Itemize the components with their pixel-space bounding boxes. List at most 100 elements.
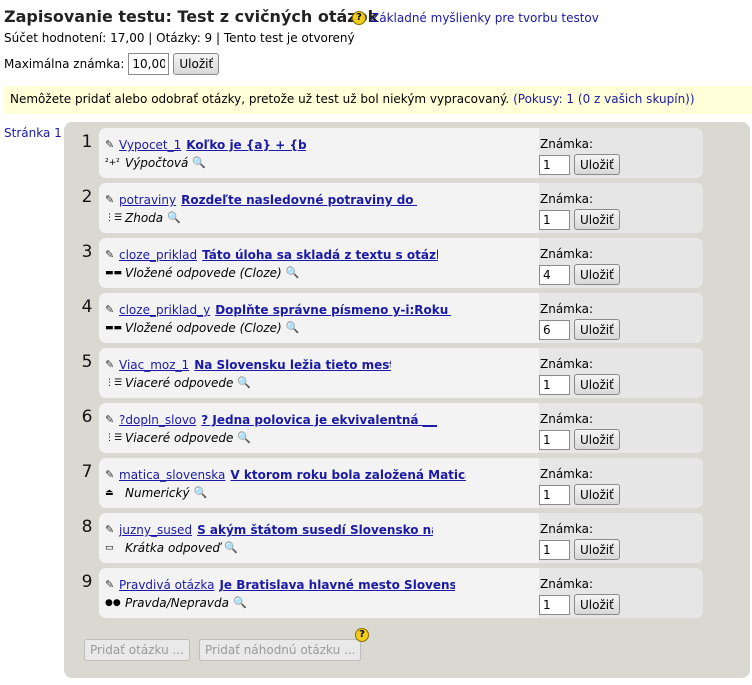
- preview-icon[interactable]: 🔍: [286, 267, 300, 279]
- question-text-link[interactable]: ? Jedna polovica je ekvivalentná ______: [201, 413, 437, 427]
- grade-save-button[interactable]: Uložiť: [574, 484, 620, 505]
- grade-save-button[interactable]: Uložiť: [574, 429, 620, 450]
- grade-save-button[interactable]: Uložiť: [574, 539, 620, 560]
- max-grade-row: Maximálna známka: Uložiť: [4, 53, 220, 75]
- question-row: ✎ Pravdivá otázka Je Bratislava hlavné m…: [99, 568, 703, 618]
- grade-input[interactable]: [539, 430, 570, 450]
- question-name-link[interactable]: Viac_moz_1: [119, 358, 189, 372]
- grade-save-button[interactable]: Uložiť: [574, 319, 620, 340]
- grade-label: Známka:: [540, 137, 594, 151]
- grade-label: Známka:: [540, 302, 594, 316]
- max-grade-save-button[interactable]: Uložiť: [173, 53, 220, 75]
- matching-icon: ⋮☰: [105, 213, 123, 223]
- add-random-question-button[interactable]: Pridať náhodnú otázku ...: [199, 639, 362, 661]
- notice-text: Nemôžete pridať alebo odobrať otázky, pr…: [10, 92, 510, 106]
- question-type-label: Výpočtová: [125, 156, 189, 170]
- multichoice-icon: ⋮☰: [105, 433, 123, 443]
- question-type-label: Pravda/Nepravda: [125, 596, 229, 610]
- add-help-icon[interactable]: ?: [355, 628, 369, 642]
- grade-input[interactable]: [539, 210, 570, 230]
- question-number: 2: [81, 187, 93, 207]
- edit-icon[interactable]: ✎: [105, 469, 118, 481]
- preview-icon[interactable]: 🔍: [286, 322, 300, 334]
- question-title-line: ✎ matica_slovenska V ktorom roku bola za…: [105, 468, 466, 482]
- edit-icon[interactable]: ✎: [105, 579, 118, 591]
- question-text-link[interactable]: Koľko je {a} + {b} ?: [186, 138, 306, 152]
- grade-save-button[interactable]: Uložiť: [574, 209, 620, 230]
- question-row: ✎ cloze_priklad_y Doplňte správne písmen…: [99, 293, 703, 343]
- question-row: ✎ ?dopln_slovo ? Jedna polovica je ekviv…: [99, 403, 703, 453]
- question-type-line: ⋮☰ Viaceré odpovede 🔍: [105, 431, 251, 445]
- question-type-label: Vložené odpovede (Cloze): [125, 321, 282, 335]
- question-name-link[interactable]: Vypocet_1: [119, 138, 181, 152]
- edit-icon[interactable]: ✎: [105, 139, 118, 151]
- max-grade-input[interactable]: [128, 53, 170, 75]
- preview-icon[interactable]: 🔍: [237, 432, 251, 444]
- question-title-line: ✎ Vypocet_1 Koľko je {a} + {b} ?: [105, 138, 306, 152]
- grade-input[interactable]: [539, 155, 570, 175]
- question-type-line: ●● Pravda/Nepravda 🔍: [105, 596, 247, 610]
- question-row: ✎ Vypocet_1 Koľko je {a} + {b} ? ²+² Výp…: [99, 128, 703, 178]
- question-type-line: ▬▬ Vložené odpovede (Cloze) 🔍: [105, 321, 300, 335]
- page-label: Stránka 1: [4, 126, 62, 140]
- calculated-icon: ²+²: [105, 158, 120, 168]
- page-title: Zapisovanie testu: Test z cvičných otázo…: [4, 7, 379, 26]
- question-type-label: Viaceré odpovede: [125, 376, 234, 390]
- test-summary: Súčet hodnotení: 17,00 | Otázky: 9 | Ten…: [4, 31, 355, 45]
- grade-input[interactable]: [539, 265, 570, 285]
- question-text-link[interactable]: V ktorom roku bola založená Matica slove…: [230, 468, 466, 482]
- question-text-link[interactable]: Táto úloha sa skladá z textu s otázkou: [202, 248, 438, 262]
- question-name-link[interactable]: potraviny: [119, 193, 176, 207]
- question-name-link[interactable]: Pravdivá otázka: [119, 578, 214, 592]
- question-name-link[interactable]: matica_slovenska: [119, 468, 225, 482]
- question-row: ✎ cloze_priklad Táto úloha sa skladá z t…: [99, 238, 703, 288]
- grade-label: Známka:: [540, 467, 594, 481]
- question-number: 9: [81, 572, 93, 592]
- grade-label: Známka:: [540, 412, 594, 426]
- question-name-link[interactable]: ?dopln_slovo: [119, 413, 196, 427]
- question-name-link[interactable]: cloze_priklad: [119, 248, 197, 262]
- question-text-link[interactable]: S akým štátom susedí Slovensko na juhu?: [197, 523, 433, 537]
- add-question-button[interactable]: Pridať otázku ...: [84, 639, 190, 661]
- grade-input[interactable]: [539, 375, 570, 395]
- question-number: 5: [81, 352, 93, 372]
- question-name-link[interactable]: juzny_sused: [119, 523, 192, 537]
- preview-icon[interactable]: 🔍: [224, 542, 238, 554]
- grade-input[interactable]: [539, 540, 570, 560]
- question-type-label: Numerický: [125, 486, 190, 500]
- question-type-line: ⋮☰ Zhoda 🔍: [105, 211, 181, 225]
- attempts-link[interactable]: (Pokusy: 1 (0 z vašich skupín)): [513, 92, 694, 106]
- edit-icon[interactable]: ✎: [105, 304, 118, 316]
- edit-icon[interactable]: ✎: [105, 414, 118, 426]
- question-text-link[interactable]: Na Slovensku ležia tieto mestá :: [194, 358, 391, 372]
- grade-label: Známka:: [540, 577, 594, 591]
- grade-input[interactable]: [539, 320, 570, 340]
- preview-icon[interactable]: 🔍: [194, 487, 208, 499]
- grade-save-button[interactable]: Uložiť: [574, 374, 620, 395]
- grade-save-button[interactable]: Uložiť: [574, 264, 620, 285]
- preview-icon[interactable]: 🔍: [233, 597, 247, 609]
- grade-save-button[interactable]: Uložiť: [574, 594, 620, 615]
- help-link[interactable]: Základné myšlienky pre tvorbu testov: [371, 11, 599, 25]
- numerical-icon: ⏏: [105, 488, 114, 498]
- truefalse-icon: ●●: [105, 598, 121, 608]
- notice-banner: Nemôžete pridať alebo odobrať otázky, pr…: [4, 86, 752, 114]
- grade-input[interactable]: [539, 485, 570, 505]
- edit-icon[interactable]: ✎: [105, 524, 118, 536]
- multichoice-icon: ⋮☰: [105, 378, 123, 388]
- preview-icon[interactable]: 🔍: [192, 157, 206, 169]
- edit-icon[interactable]: ✎: [105, 249, 118, 261]
- edit-icon[interactable]: ✎: [105, 194, 118, 206]
- question-text-link[interactable]: Rozdeľte nasledovné potraviny do kategór…: [181, 193, 417, 207]
- question-number: 6: [81, 407, 93, 427]
- edit-icon[interactable]: ✎: [105, 359, 118, 371]
- preview-icon[interactable]: 🔍: [237, 377, 251, 389]
- preview-icon[interactable]: 🔍: [167, 212, 181, 224]
- question-text-link[interactable]: Je Bratislava hlavné mesto Slovenska?: [219, 578, 455, 592]
- grade-save-button[interactable]: Uložiť: [574, 154, 620, 175]
- help-icon[interactable]: ?: [352, 11, 366, 25]
- question-text-link[interactable]: Doplňte správne písmeno y-i:Roku 187: [215, 303, 451, 317]
- question-name-link[interactable]: cloze_priklad_y: [119, 303, 210, 317]
- grade-input[interactable]: [539, 595, 570, 615]
- question-row: ✎ potraviny Rozdeľte nasledovné potravin…: [99, 183, 703, 233]
